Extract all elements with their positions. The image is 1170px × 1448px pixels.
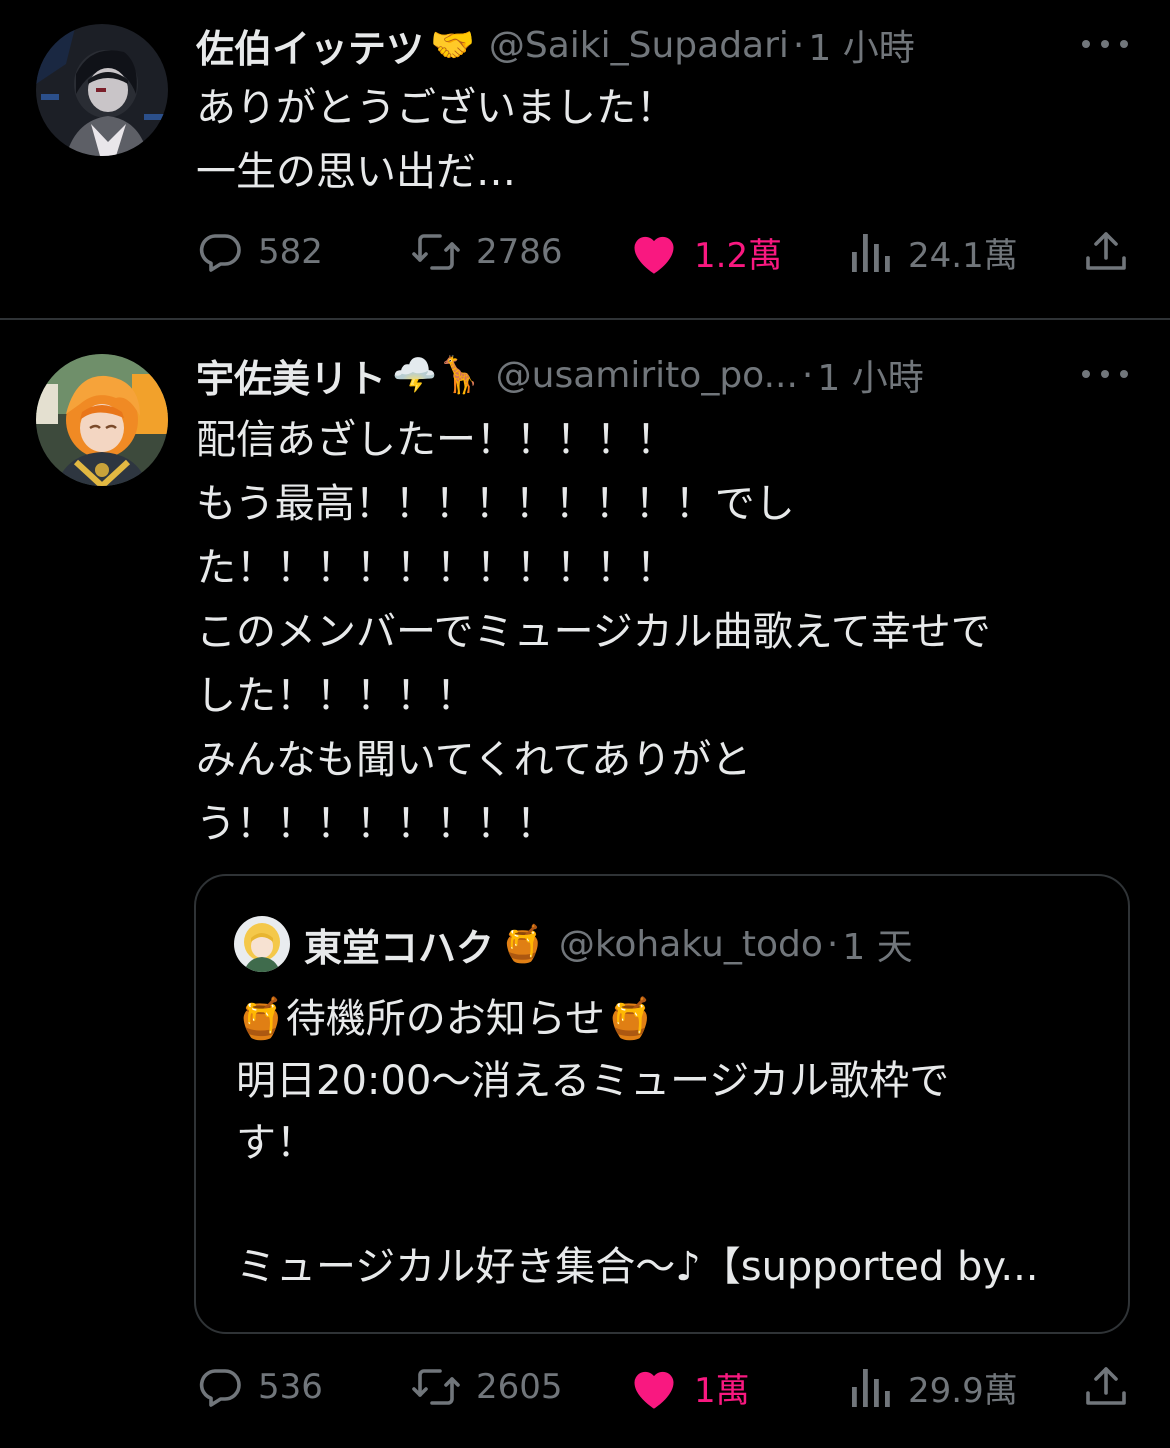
tweet-text-line: もう最高！！！！！！！！！でし bbox=[196, 481, 795, 527]
like-count: 1.2萬 bbox=[694, 235, 783, 276]
tweet-text: 配信あざしたー！！！！！ もう最高！！！！！！！！！でし た！！！！！！！！！！… bbox=[196, 408, 1110, 856]
share-icon bbox=[1086, 1367, 1126, 1405]
quoted-avatar bbox=[234, 916, 290, 972]
retweet-icon bbox=[412, 234, 460, 270]
tweet[interactable]: 宇佐美リト 🌩️🦒 @usamirito_po... · 1 小時 配信あざした… bbox=[0, 320, 1170, 1448]
reply-icon bbox=[199, 234, 241, 272]
reply-count: 536 bbox=[258, 1367, 323, 1407]
display-name[interactable]: 佐伯イッテツ bbox=[196, 20, 424, 71]
retweet-icon bbox=[412, 1369, 460, 1405]
quoted-timestamp: 1 天 bbox=[842, 927, 913, 968]
quoted-display-name: 東堂コハク bbox=[304, 925, 495, 970]
share-button[interactable] bbox=[1082, 227, 1130, 277]
view-count: 29.9萬 bbox=[908, 1370, 1018, 1411]
tweet-text-line: 配信あざしたー！！！！！ bbox=[196, 417, 676, 463]
retweet-button[interactable]: 2786 bbox=[410, 227, 563, 277]
separator-dot: · bbox=[826, 923, 839, 965]
quoted-text-line: す！ bbox=[236, 1120, 316, 1166]
tweet-header: 宇佐美リト 🌩️🦒 @usamirito_po... · 1 小時 bbox=[196, 350, 1130, 401]
tweet[interactable]: 佐伯イッテツ 🤝 @Saiki_Supadari · 1 小時 ありがとうござい… bbox=[0, 0, 1170, 318]
separator-dot: · bbox=[792, 24, 805, 66]
views-icon bbox=[852, 1369, 890, 1407]
more-icon[interactable] bbox=[1082, 34, 1128, 54]
display-name[interactable]: 宇佐美リト bbox=[196, 350, 386, 401]
honey-pot-emoji: 🍯 bbox=[500, 924, 545, 965]
quoted-text-line: ミュージカル好き集合～♪【supported by... bbox=[236, 1244, 1039, 1290]
cloud-lightning-giraffe-emoji: 🌩️🦒 bbox=[392, 355, 482, 396]
retweet-button[interactable]: 2605 bbox=[410, 1362, 563, 1412]
tweet-text-line: みんなも聞いてくれてありがと bbox=[196, 737, 752, 783]
view-count: 24.1萬 bbox=[908, 235, 1018, 276]
retweet-count: 2786 bbox=[476, 232, 563, 272]
like-count: 1萬 bbox=[694, 1370, 750, 1411]
views-icon bbox=[852, 234, 890, 272]
reply-icon bbox=[199, 1369, 241, 1407]
tweet-header: 佐伯イッテツ 🤝 @Saiki_Supadari · 1 小時 bbox=[196, 20, 1130, 71]
tweet-text-line: う！！！！！！！！ bbox=[196, 801, 556, 847]
quoted-text-line: 明日20:00～消えるミュージカル歌枠で bbox=[236, 1058, 950, 1104]
action-bar: 582 2786 1.2萬 24.1萬 bbox=[196, 227, 1136, 277]
quoted-tweet-text: 🍯待機所のお知らせ🍯 明日20:00～消えるミュージカル歌枠で す！ ミュージカ… bbox=[236, 988, 1098, 1298]
tweet-text-line: した！！！！！ bbox=[196, 673, 476, 719]
views-button[interactable]: 29.9萬 bbox=[850, 1362, 1018, 1412]
heart-icon bbox=[634, 236, 674, 274]
tweet-text-line: た！！！！！！！！！！！ bbox=[196, 545, 676, 591]
separator-dot: · bbox=[801, 354, 814, 396]
tweet-text: ありがとうございました！ 一生の思い出だ… bbox=[196, 76, 1110, 204]
avatar[interactable] bbox=[36, 354, 168, 486]
tweet-text-line: ありがとうございました！ bbox=[196, 85, 676, 131]
reply-button[interactable]: 582 bbox=[196, 227, 323, 277]
quoted-user-handle: @kohaku_todo bbox=[558, 923, 823, 965]
tweet-text-line: このメンバーでミュージカル曲歌えて幸せで bbox=[196, 609, 991, 655]
avatar[interactable] bbox=[36, 24, 168, 156]
reply-button[interactable]: 536 bbox=[196, 1362, 323, 1412]
tweet-text-line: 一生の思い出だ… bbox=[196, 149, 516, 195]
user-handle[interactable]: @usamirito_po... bbox=[496, 355, 798, 396]
timestamp[interactable]: 1 小時 bbox=[808, 20, 914, 70]
share-icon bbox=[1086, 232, 1126, 270]
like-button[interactable]: 1.2萬 bbox=[628, 227, 782, 277]
action-bar: 536 2605 1萬 29.9萬 bbox=[196, 1362, 1136, 1412]
share-button[interactable] bbox=[1082, 1362, 1130, 1412]
quoted-text-line: 🍯待機所のお知らせ🍯 bbox=[236, 996, 655, 1042]
reply-count: 582 bbox=[258, 232, 323, 272]
heart-icon bbox=[634, 1371, 674, 1409]
quoted-tweet[interactable]: 東堂コハク 🍯 @kohaku_todo · 1 天 🍯待機所のお知らせ🍯 明日… bbox=[194, 874, 1130, 1334]
views-button[interactable]: 24.1萬 bbox=[850, 227, 1018, 277]
quoted-tweet-header: 東堂コハク 🍯 @kohaku_todo · 1 天 bbox=[234, 916, 913, 972]
retweet-count: 2605 bbox=[476, 1367, 563, 1407]
handshake-emoji: 🤝 bbox=[430, 25, 475, 66]
like-button[interactable]: 1萬 bbox=[628, 1362, 750, 1412]
more-icon[interactable] bbox=[1082, 364, 1128, 384]
timestamp[interactable]: 1 小時 bbox=[817, 350, 923, 400]
quoted-text-line bbox=[236, 1174, 1098, 1236]
user-handle[interactable]: @Saiki_Supadari bbox=[489, 25, 789, 66]
